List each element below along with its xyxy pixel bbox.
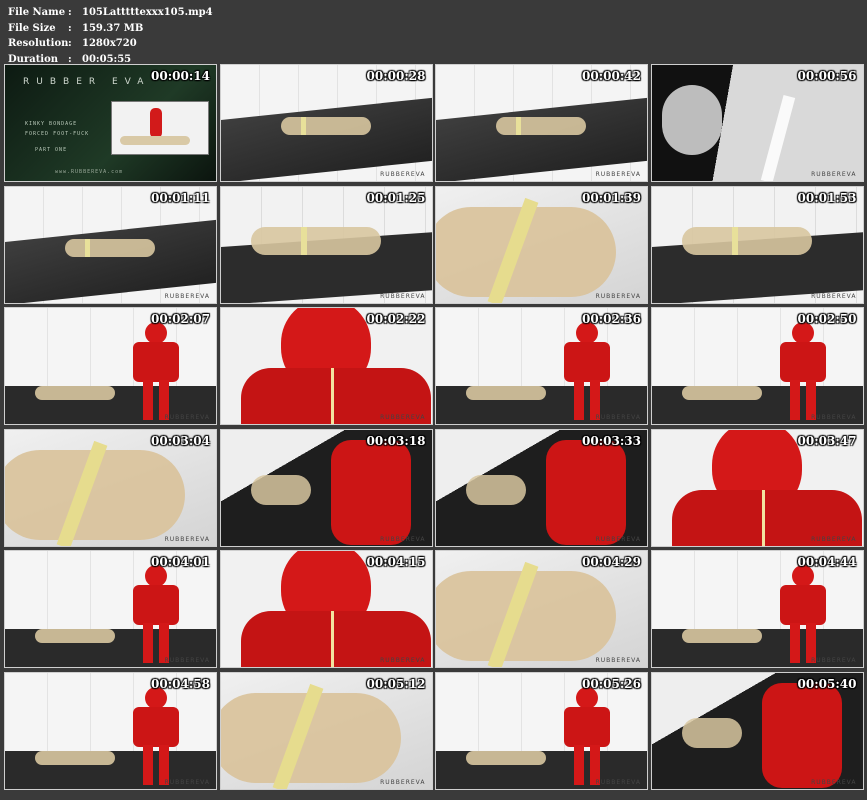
thumbnail: RUBBER EVA KINKY BONDAGE FORCED FOOT-FUC… (4, 64, 217, 182)
watermark: RUBBEREVA (164, 292, 210, 300)
timestamp: 00:02:36 (582, 312, 641, 326)
timestamp: 00:05:12 (366, 676, 426, 691)
timestamp: 00:00:14 (151, 69, 210, 83)
title-line-2: FORCED FOOT-FUCK (25, 131, 90, 137)
watermark: RUBBEREVA (595, 171, 641, 178)
title-line-1: KINKY BONDAGE (25, 121, 78, 127)
thumbnail: RUBBEREVA 00:02:07 (4, 307, 217, 425)
thumbnail: RUBBEREVA 00:04:29 (435, 550, 648, 668)
watermark: RUBBEREVA (811, 171, 857, 178)
file-name-row: File Name : 105Latttttexxx105.mp4 (8, 5, 213, 21)
timestamp: 00:01:11 (151, 190, 210, 205)
timestamp: 00:00:56 (797, 69, 857, 83)
watermark: RUBBEREVA (164, 414, 210, 421)
watermark: RUBBEREVA (380, 171, 426, 178)
watermark: RUBBEREVA (380, 535, 426, 543)
timestamp: 00:05:26 (582, 676, 641, 691)
watermark: RUBBEREVA (380, 778, 426, 786)
watermark: RUBBEREVA (811, 657, 857, 664)
timestamp: 00:04:58 (151, 676, 210, 691)
thumbnail: RUBBEREVA 00:02:22 (219, 307, 433, 425)
thumbnail: RUBBEREVA 00:04:01 (4, 550, 217, 668)
watermark: RUBBEREVA (595, 292, 641, 300)
watermark: RUBBEREVA (595, 414, 641, 421)
watermark: RUBBEREVA (811, 778, 857, 786)
resolution-key: Resolution (8, 38, 69, 49)
thumbnail: RUBBEREVA 00:00:56 (650, 64, 864, 182)
timestamp: 00:04:15 (366, 555, 426, 569)
timestamp: 00:00:28 (366, 69, 426, 83)
timestamp: 00:00:42 (582, 69, 641, 83)
watermark: RUBBEREVA (595, 778, 641, 786)
watermark: RUBBEREVA (595, 657, 641, 664)
watermark: RUBBEREVA (380, 657, 426, 664)
watermark: RUBBEREVA (811, 535, 857, 543)
thumbnail: RUBBEREVA 00:04:15 (219, 550, 433, 668)
thumbnail: RUBBEREVA 00:02:50 (650, 307, 864, 425)
thumbnail: RUBBEREVA 00:05:40 (650, 671, 864, 790)
thumbnail: RUBBEREVA 00:00:28 (219, 64, 433, 182)
timestamp: 00:04:29 (582, 555, 641, 569)
file-name-key: File Name (8, 7, 66, 18)
file-size-value: 159.37 MB (82, 22, 144, 34)
timestamp: 00:01:39 (582, 190, 641, 205)
separator: : (68, 22, 72, 34)
timestamp: 00:05:40 (797, 676, 857, 691)
file-size-key: File Size (8, 22, 56, 34)
file-size-row: File Size : 159.37 MB (8, 21, 213, 37)
timestamp: 00:03:33 (582, 433, 641, 448)
thumbnail: RUBBEREVA 00:00:42 (435, 64, 648, 182)
watermark: RUBBEREVA (380, 292, 426, 300)
thumbnail-grid: RUBBER EVA KINKY BONDAGE FORCED FOOT-FUC… (4, 64, 864, 790)
title-url: www.RUBBEREVA.com (55, 169, 124, 175)
thumbnail: RUBBEREVA 00:01:53 (650, 185, 864, 304)
separator: : (68, 7, 72, 18)
timestamp: 00:02:50 (797, 312, 857, 326)
timestamp: 00:03:47 (797, 433, 857, 448)
timestamp: 00:03:18 (366, 433, 426, 448)
thumbnail: RUBBEREVA 00:03:04 (4, 428, 217, 547)
thumbnail: RUBBEREVA 00:01:39 (435, 185, 648, 304)
watermark: RUBBEREVA (164, 778, 210, 786)
timestamp: 00:04:01 (151, 555, 210, 569)
resolution-row: Resolution : 1280x720 (8, 36, 213, 52)
timestamp: 00:02:07 (151, 312, 210, 326)
thumbnail: RUBBEREVA 00:03:47 (650, 428, 864, 547)
thumbnail: RUBBEREVA 00:01:25 (219, 185, 433, 304)
thumbnail: RUBBEREVA 00:01:11 (4, 185, 217, 304)
title-line-3: PART ONE (35, 147, 68, 153)
separator: : (68, 38, 72, 49)
title-brand: RUBBER EVA (23, 77, 151, 87)
watermark: RUBBEREVA (164, 657, 210, 664)
file-name-value: 105Latttttexxx105.mp4 (82, 7, 213, 18)
thumbnail: RUBBEREVA 00:04:44 (650, 550, 864, 668)
resolution-value: 1280x720 (82, 38, 137, 49)
thumbnail: RUBBEREVA 00:03:33 (435, 428, 648, 547)
watermark: RUBBEREVA (380, 414, 426, 421)
timestamp: 00:01:25 (366, 190, 426, 205)
thumbnail: RUBBEREVA 00:02:36 (435, 307, 648, 425)
thumbnail: RUBBEREVA 00:03:18 (219, 428, 433, 547)
timestamp: 00:02:22 (366, 312, 426, 326)
thumbnail: RUBBEREVA 00:05:12 (219, 671, 433, 790)
watermark: RUBBEREVA (811, 292, 857, 300)
thumbnail: RUBBEREVA 00:04:58 (4, 671, 217, 790)
file-info-header: File Name : 105Latttttexxx105.mp4 File S… (8, 5, 213, 67)
watermark: RUBBEREVA (595, 535, 641, 543)
timestamp: 00:03:04 (151, 433, 210, 448)
timestamp: 00:01:53 (797, 190, 857, 205)
watermark: RUBBEREVA (811, 414, 857, 421)
inset-frame (111, 101, 209, 155)
thumbnail: RUBBEREVA 00:05:26 (435, 671, 648, 790)
watermark: RUBBEREVA (164, 535, 210, 543)
timestamp: 00:04:44 (797, 555, 857, 569)
